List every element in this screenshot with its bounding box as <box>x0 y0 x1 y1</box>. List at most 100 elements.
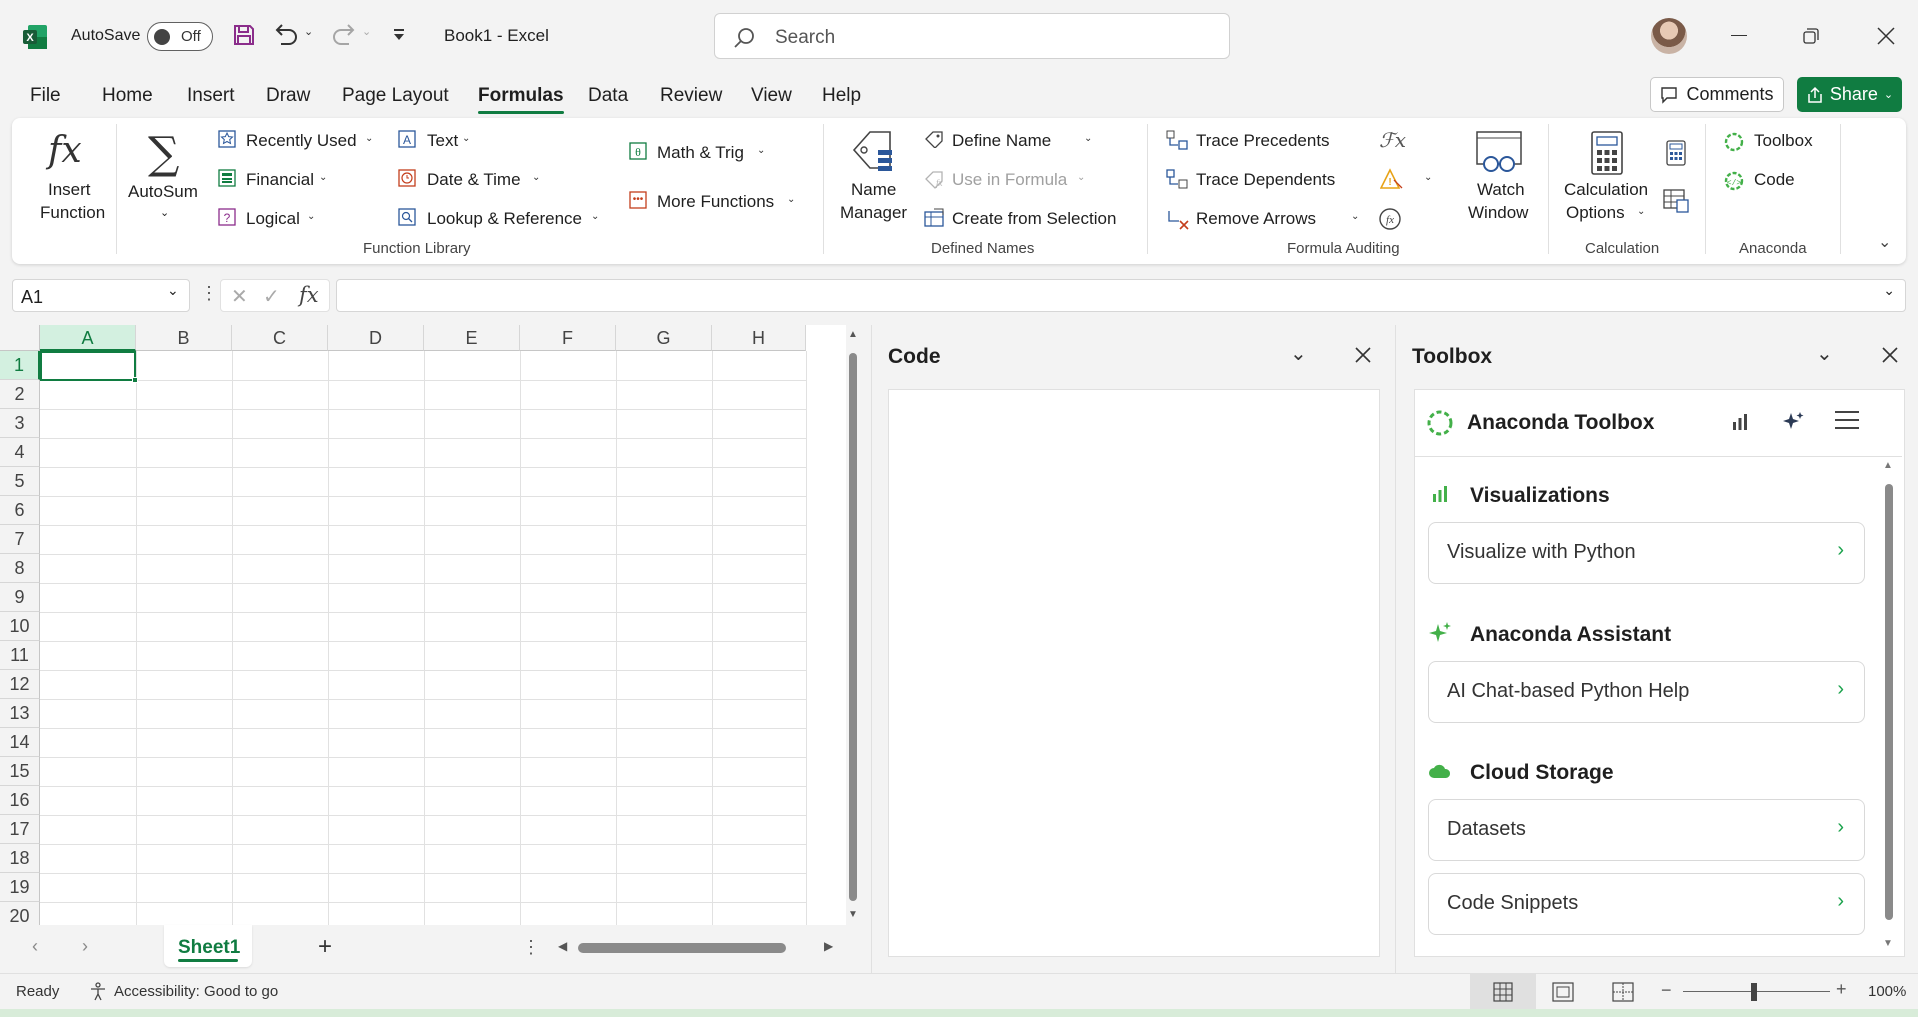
anaconda-code-button[interactable]: Code <box>1754 170 1795 190</box>
share-button[interactable]: Share ⌄ <box>1797 77 1902 112</box>
text-button[interactable]: Text <box>427 131 458 151</box>
code-pane-close-icon[interactable] <box>1355 347 1371 363</box>
column-header-a[interactable]: A <box>40 325 136 351</box>
name-manager-icon[interactable] <box>850 128 898 178</box>
calculation-options-icon[interactable] <box>1590 130 1624 176</box>
zoom-level[interactable]: 100% <box>1868 983 1906 1000</box>
calculation-options-label-2[interactable]: Options <box>1566 203 1625 223</box>
trace-dependents-button[interactable]: Trace Dependents <box>1196 170 1335 190</box>
tab-view[interactable]: View <box>751 84 792 112</box>
row-header-14[interactable]: 14 <box>0 728 40 757</box>
tab-help[interactable]: Help <box>822 84 861 112</box>
tab-draw[interactable]: Draw <box>266 84 310 112</box>
sparkle-icon[interactable] <box>1781 410 1805 434</box>
accessibility-status[interactable]: Accessibility: Good to go <box>114 983 278 1000</box>
date-time-button[interactable]: Date & Time <box>427 170 521 190</box>
page-break-view-icon[interactable] <box>1612 982 1634 1002</box>
row-header-12[interactable]: 12 <box>0 670 40 699</box>
scroll-left-icon[interactable]: ◀ <box>558 939 567 953</box>
insert-function-label-1[interactable]: Insert <box>48 180 91 200</box>
save-icon[interactable] <box>232 23 256 47</box>
scroll-right-icon[interactable]: ▶ <box>824 939 833 953</box>
tab-data[interactable]: Data <box>588 84 628 112</box>
minimize-icon[interactable] <box>1731 35 1747 36</box>
zoom-slider-thumb[interactable] <box>1751 983 1757 1001</box>
row-header-3[interactable]: 3 <box>0 409 40 438</box>
horizontal-scroll-thumb[interactable] <box>578 943 786 953</box>
row-header-13[interactable]: 13 <box>0 699 40 728</box>
sheet-options-icon[interactable]: ⋮ <box>522 937 540 958</box>
name-manager-label-2[interactable]: Manager <box>840 203 907 223</box>
row-header-19[interactable]: 19 <box>0 873 40 902</box>
tab-page-layout[interactable]: Page Layout <box>342 84 449 112</box>
row-header-7[interactable]: 7 <box>0 525 40 554</box>
page-layout-view-icon[interactable] <box>1552 982 1574 1002</box>
expand-formula-bar-icon[interactable]: ⌄ <box>1883 282 1895 299</box>
cancel-entry-icon[interactable]: ✕ <box>231 284 248 309</box>
toolbox-scrollbar[interactable]: ▲ ▼ <box>1882 460 1896 954</box>
tab-home[interactable]: Home <box>102 84 153 112</box>
evaluate-formula-icon[interactable]: fx <box>1378 207 1402 231</box>
tab-review[interactable]: Review <box>660 84 722 112</box>
anaconda-toolbox-button[interactable]: Toolbox <box>1754 131 1813 151</box>
row-header-16[interactable]: 16 <box>0 786 40 815</box>
row-header-15[interactable]: 15 <box>0 757 40 786</box>
selected-cell[interactable] <box>40 351 136 381</box>
column-header-f[interactable]: F <box>520 325 616 351</box>
add-sheet-icon[interactable]: + <box>318 933 332 961</box>
toolbox-pane-close-icon[interactable] <box>1882 347 1898 363</box>
toolbox-pane-options-icon[interactable]: ⌄ <box>1816 341 1833 366</box>
logical-button[interactable]: Logical <box>246 209 300 229</box>
calculate-now-icon[interactable] <box>1666 140 1686 166</box>
column-header-c[interactable]: C <box>232 325 328 351</box>
tab-insert[interactable]: Insert <box>187 84 235 112</box>
column-header-d[interactable]: D <box>328 325 424 351</box>
more-functions-button[interactable]: More Functions <box>657 192 774 212</box>
math-trig-button[interactable]: Math & Trig <box>657 143 744 163</box>
trace-precedents-button[interactable]: Trace Precedents <box>1196 131 1330 151</box>
create-from-selection-button[interactable]: Create from Selection <box>952 209 1116 229</box>
autosave-toggle[interactable]: Off <box>147 22 213 51</box>
undo-icon[interactable] <box>272 22 300 48</box>
insert-function-label-2[interactable]: Function <box>40 203 105 223</box>
restore-icon[interactable] <box>1803 28 1819 44</box>
recently-used-button[interactable]: Recently Used <box>246 131 357 151</box>
error-checking-icon[interactable]: ! <box>1380 168 1404 190</box>
row-header-17[interactable]: 17 <box>0 815 40 844</box>
error-checking-dropdown-icon[interactable]: ⌄ <box>1424 172 1432 183</box>
search-box[interactable]: Search <box>714 13 1230 59</box>
show-formulas-icon[interactable]: ℱx <box>1379 128 1406 152</box>
ai-chat-python-help-card[interactable]: AI Chat-based Python Help › <box>1428 661 1865 723</box>
select-all-button[interactable] <box>0 325 40 351</box>
column-header-b[interactable]: B <box>136 325 232 351</box>
column-header-g[interactable]: G <box>616 325 712 351</box>
autosum-dropdown-icon[interactable]: ⌄ <box>160 206 169 219</box>
worksheet-grid[interactable] <box>0 325 860 925</box>
watch-window-label-2[interactable]: Window <box>1468 203 1528 223</box>
code-snippets-card[interactable]: Code Snippets › <box>1428 873 1865 935</box>
name-box-dropdown-icon[interactable]: ⌄ <box>167 282 179 299</box>
collapse-ribbon-icon[interactable]: ⌄ <box>1878 232 1891 252</box>
row-header-18[interactable]: 18 <box>0 844 40 873</box>
fill-handle[interactable] <box>132 377 138 383</box>
redo-dropdown-icon[interactable]: ⌄ <box>362 25 371 38</box>
row-header-6[interactable]: 6 <box>0 496 40 525</box>
watch-window-label-1[interactable]: Watch <box>1477 180 1525 200</box>
code-pane-options-icon[interactable]: ⌄ <box>1290 341 1307 366</box>
normal-view-button[interactable] <box>1470 974 1536 1010</box>
visualize-with-python-card[interactable]: Visualize with Python › <box>1428 522 1865 584</box>
next-sheet-icon[interactable]: › <box>82 936 88 957</box>
calculation-options-label-1[interactable]: Calculation <box>1564 180 1648 200</box>
confirm-entry-icon[interactable]: ✓ <box>263 284 280 309</box>
zoom-in-icon[interactable]: + <box>1836 979 1847 1000</box>
tab-formulas[interactable]: Formulas <box>478 84 564 114</box>
avatar[interactable] <box>1651 18 1687 54</box>
row-header-10[interactable]: 10 <box>0 612 40 641</box>
row-header-2[interactable]: 2 <box>0 380 40 409</box>
formula-input[interactable]: ⌄ <box>336 279 1906 312</box>
lookup-reference-button[interactable]: Lookup & Reference <box>427 209 582 229</box>
previous-sheet-icon[interactable]: ‹ <box>32 936 38 957</box>
customize-qat-icon[interactable] <box>392 28 406 42</box>
formula-bar-options-icon[interactable]: ⋮ <box>200 283 218 304</box>
row-header-8[interactable]: 8 <box>0 554 40 583</box>
